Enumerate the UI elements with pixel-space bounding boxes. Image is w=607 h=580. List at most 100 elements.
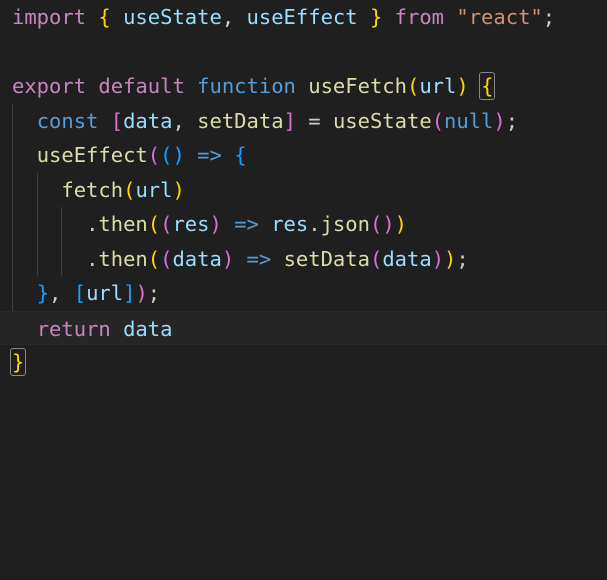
code-token: )	[172, 143, 185, 167]
code-token: useEffect	[246, 5, 358, 29]
code-token: (	[431, 108, 445, 133]
code-line[interactable]: }	[0, 345, 607, 380]
code-line[interactable]: return data	[0, 310, 607, 345]
code-line[interactable]: const [data, setData] = useState(null);	[0, 104, 607, 139]
code-line[interactable]: export default function useFetch(url) {	[0, 69, 607, 104]
code-token: .	[86, 246, 99, 271]
code-token: .	[308, 212, 321, 236]
code-token: export	[12, 74, 87, 98]
code-token: ;	[456, 246, 469, 271]
code-token: "react"	[456, 5, 543, 29]
code-token: from	[394, 5, 445, 29]
code-editor[interactable]: import { useState, useEffect } from "rea…	[0, 0, 607, 580]
code-token: const	[36, 108, 99, 133]
code-token: .	[86, 212, 99, 236]
code-token: data	[123, 316, 173, 341]
code-token: (	[407, 74, 420, 98]
code-token: data	[123, 108, 173, 133]
code-line[interactable]: .then((res) => res.json())	[0, 207, 607, 242]
code-token: useFetch	[308, 74, 407, 98]
code-token: ]	[283, 108, 296, 133]
code-token: =>	[234, 212, 259, 236]
code-token: ;	[542, 5, 556, 29]
code-token: (	[369, 212, 383, 236]
code-token: then	[98, 246, 148, 271]
code-token: ]	[123, 281, 136, 305]
code-token: }	[369, 5, 383, 29]
code-token: (	[147, 246, 161, 271]
code-token: default	[98, 74, 185, 98]
code-token: fetch	[61, 177, 124, 202]
code-token: )	[456, 74, 469, 98]
code-token: )	[382, 212, 395, 236]
code-token: (	[147, 143, 161, 167]
code-token: function	[197, 74, 296, 98]
code-token: (	[147, 212, 161, 236]
code-token: ;	[505, 108, 519, 133]
code-surface[interactable]: import { useState, useEffect } from "rea…	[0, 0, 607, 580]
code-token: res	[271, 212, 309, 236]
code-token: useEffect	[36, 143, 148, 167]
code-line[interactable]: import { useState, useEffect } from "rea…	[0, 0, 607, 35]
code-token: return	[36, 316, 111, 341]
code-line[interactable]: .then((data) => setData(data));	[0, 242, 607, 277]
code-token: import	[12, 5, 87, 29]
code-token: ,	[221, 5, 235, 29]
code-lines[interactable]: import { useState, useEffect } from "rea…	[0, 0, 607, 380]
code-line[interactable]: }, [url]);	[0, 276, 607, 311]
code-token: useState	[123, 5, 222, 29]
code-token: res	[172, 212, 210, 236]
bracket-match-highlight: {	[479, 72, 496, 100]
code-token: )	[172, 177, 185, 202]
code-token: ;	[147, 281, 161, 305]
code-token: then	[98, 212, 148, 236]
code-token: )	[493, 108, 506, 133]
code-token: url	[419, 74, 457, 98]
code-token: (	[160, 212, 173, 236]
code-token: data	[382, 246, 432, 271]
code-token: url	[135, 177, 173, 202]
code-token: null	[444, 108, 494, 133]
code-token: }	[36, 281, 50, 305]
code-token: [	[73, 281, 87, 305]
code-token: {	[98, 5, 111, 29]
code-token: )	[209, 212, 222, 236]
code-line[interactable]	[0, 35, 607, 70]
code-line[interactable]: fetch(url)	[0, 173, 607, 208]
code-token: [	[110, 108, 124, 133]
code-token: (	[160, 143, 173, 167]
code-token: ,	[172, 108, 185, 133]
code-token: (	[160, 246, 173, 271]
code-token: setData	[283, 246, 370, 271]
code-token: ,	[49, 281, 62, 305]
code-token: )	[444, 246, 457, 271]
code-token: =	[308, 108, 321, 133]
bracket-match-highlight: }	[9, 348, 27, 376]
code-token: (	[123, 177, 136, 202]
code-line[interactable]: useEffect(() => {	[0, 138, 607, 173]
